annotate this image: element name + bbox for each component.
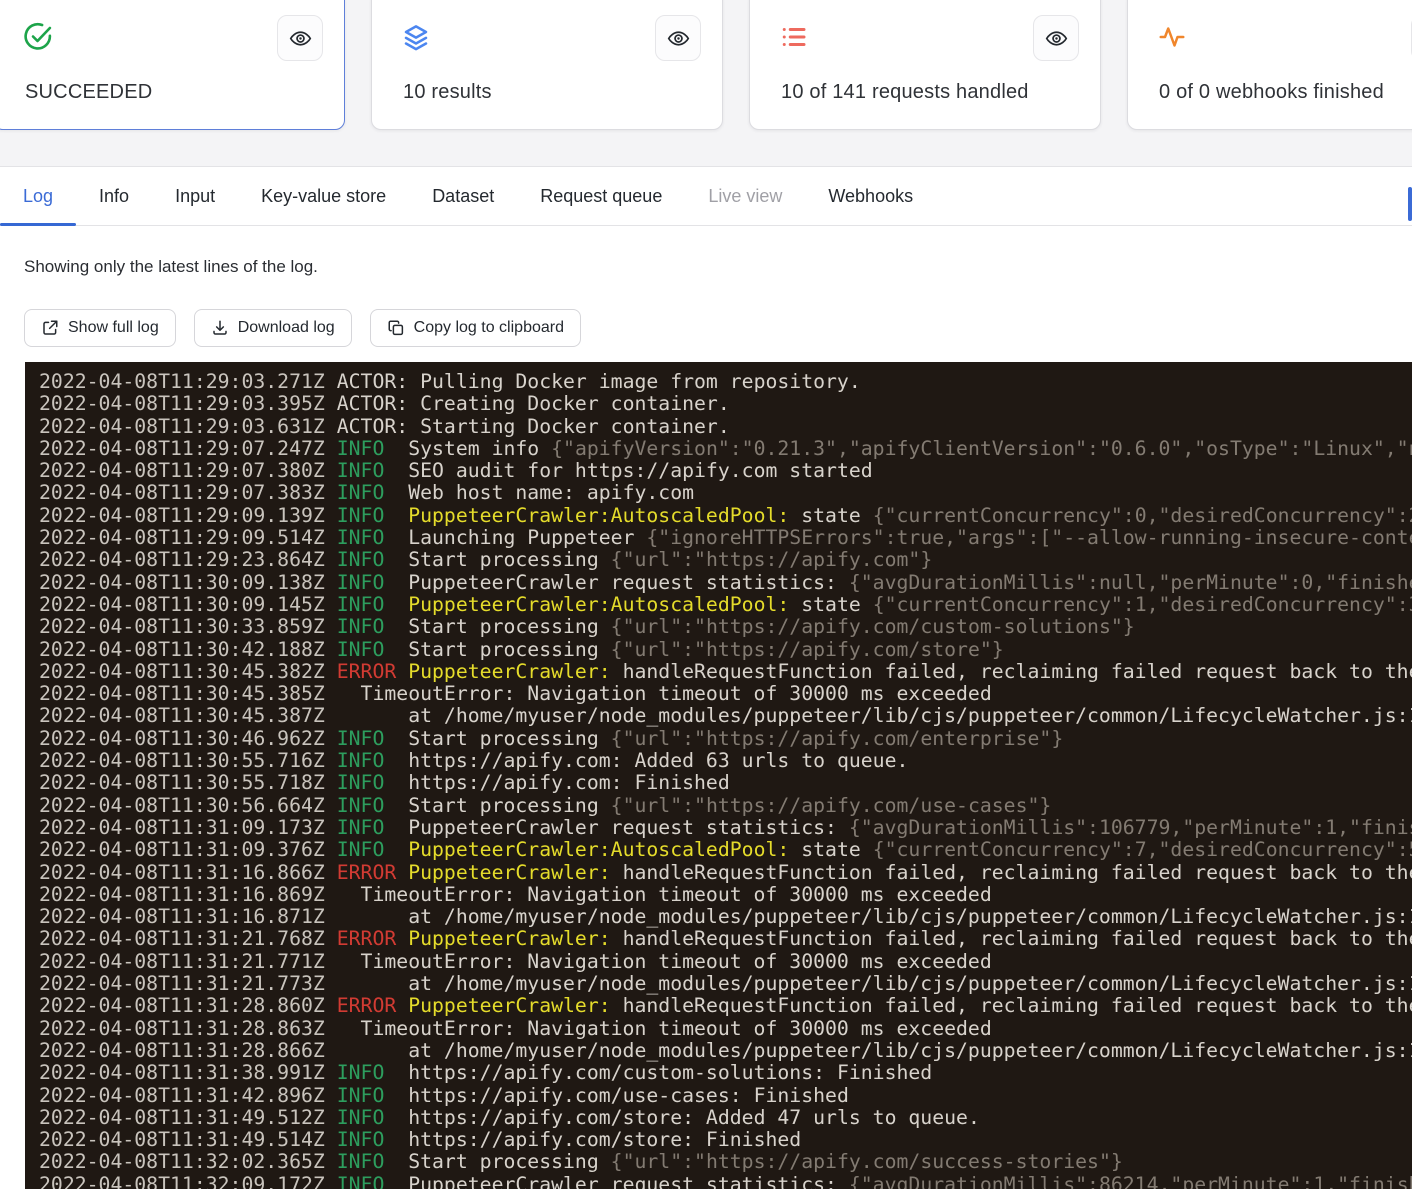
log-line: 2022-04-08T11:31:09.376Z INFO PuppeteerC… — [39, 839, 1412, 861]
pulse-icon — [1157, 22, 1187, 52]
status-cards: SUCCEEDED 10 results 10 of 141 requests ha… — [0, 0, 1412, 130]
status-card[interactable]: 0 of 0 webhooks finished — [1127, 0, 1412, 130]
log-line: 2022-04-08T11:30:55.716Z INFO https://ap… — [39, 750, 1412, 772]
log-line: 2022-04-08T11:31:28.860Z ERROR Puppeteer… — [39, 995, 1412, 1017]
copy-icon — [387, 319, 405, 337]
log-lines: 2022-04-08T11:29:03.271Z ACTOR: Pulling … — [25, 362, 1412, 1189]
log-line: 2022-04-08T11:30:09.145Z INFO PuppeteerC… — [39, 594, 1412, 616]
tab-webhooks[interactable]: Webhooks — [805, 167, 936, 225]
eye-icon — [1045, 27, 1068, 50]
download-icon — [211, 319, 229, 337]
eye-icon — [667, 27, 690, 50]
log-line: 2022-04-08T11:30:45.385Z TimeoutError: N… — [39, 683, 1412, 705]
tab-bar: LogInfoInputKey-value storeDatasetReques… — [0, 166, 1412, 226]
tab-input[interactable]: Input — [152, 167, 238, 225]
tab-log[interactable]: Log — [0, 167, 76, 225]
log-line: 2022-04-08T11:29:03.271Z ACTOR: Pulling … — [39, 371, 1412, 393]
log-line: 2022-04-08T11:30:45.382Z ERROR Puppeteer… — [39, 661, 1412, 683]
watch-card-button[interactable] — [277, 15, 323, 61]
tab-scroll-indicator[interactable] — [1408, 187, 1412, 221]
tab-info[interactable]: Info — [76, 167, 152, 225]
log-line: 2022-04-08T11:31:16.866Z ERROR Puppeteer… — [39, 862, 1412, 884]
log-line: 2022-04-08T11:32:09.172Z INFO PuppeteerC… — [39, 1174, 1412, 1189]
status-card-label: 10 of 141 requests handled — [781, 81, 1029, 104]
log-line: 2022-04-08T11:29:07.380Z INFO SEO audit … — [39, 460, 1412, 482]
external-link-icon — [41, 319, 59, 337]
list-icon — [779, 22, 809, 52]
status-card-label: 0 of 0 webhooks finished — [1159, 81, 1384, 104]
log-line: 2022-04-08T11:31:16.871Z at /home/myuser… — [39, 906, 1412, 928]
tab-live-view[interactable]: Live view — [685, 167, 805, 225]
eye-icon — [289, 27, 312, 50]
watch-card-button[interactable] — [1033, 15, 1079, 61]
status-card-label: 10 results — [403, 81, 492, 104]
log-line: 2022-04-08T11:31:21.771Z TimeoutError: N… — [39, 951, 1412, 973]
log-line: 2022-04-08T11:29:03.395Z ACTOR: Creating… — [39, 393, 1412, 415]
button-label: Download log — [238, 319, 335, 337]
layers-icon — [401, 22, 431, 52]
log-line: 2022-04-08T11:31:28.863Z TimeoutError: N… — [39, 1018, 1412, 1040]
status-card-label: SUCCEEDED — [25, 81, 152, 104]
log-notice: Showing only the latest lines of the log… — [24, 257, 318, 277]
copy-log-to-clipboard-button[interactable]: Copy log to clipboard — [370, 309, 581, 347]
log-line: 2022-04-08T11:31:21.768Z ERROR Puppeteer… — [39, 928, 1412, 950]
show-full-log-button[interactable]: Show full log — [24, 309, 176, 347]
log-line: 2022-04-08T11:29:09.514Z INFO Launching … — [39, 527, 1412, 549]
log-line: 2022-04-08T11:30:33.859Z INFO Start proc… — [39, 616, 1412, 638]
tabs: LogInfoInputKey-value storeDatasetReques… — [0, 167, 1412, 225]
log-line: 2022-04-08T11:31:49.512Z INFO https://ap… — [39, 1107, 1412, 1129]
tab-key-value-store[interactable]: Key-value store — [238, 167, 409, 225]
log-line: 2022-04-08T11:31:49.514Z INFO https://ap… — [39, 1129, 1412, 1151]
status-card[interactable]: SUCCEEDED — [0, 0, 345, 130]
status-card[interactable]: 10 of 141 requests handled — [749, 0, 1101, 130]
log-line: 2022-04-08T11:31:21.773Z at /home/myuser… — [39, 973, 1412, 995]
log-line: 2022-04-08T11:29:07.247Z INFO System inf… — [39, 438, 1412, 460]
log-line: 2022-04-08T11:30:46.962Z INFO Start proc… — [39, 728, 1412, 750]
log-line: 2022-04-08T11:32:02.365Z INFO Start proc… — [39, 1151, 1412, 1173]
log-line: 2022-04-08T11:29:09.139Z INFO PuppeteerC… — [39, 505, 1412, 527]
log-line: 2022-04-08T11:31:16.869Z TimeoutError: N… — [39, 884, 1412, 906]
log-line: 2022-04-08T11:31:42.896Z INFO https://ap… — [39, 1085, 1412, 1107]
check-circle-icon — [23, 22, 53, 52]
log-viewer[interactable]: 2022-04-08T11:29:03.271Z ACTOR: Pulling … — [25, 362, 1412, 1189]
log-line: 2022-04-08T11:31:38.991Z INFO https://ap… — [39, 1062, 1412, 1084]
status-card[interactable]: 10 results — [371, 0, 723, 130]
download-log-button[interactable]: Download log — [194, 309, 352, 347]
button-label: Copy log to clipboard — [414, 319, 564, 337]
log-line: 2022-04-08T11:30:09.138Z INFO PuppeteerC… — [39, 572, 1412, 594]
status-cards-band: SUCCEEDED 10 results 10 of 141 requests ha… — [0, 0, 1412, 166]
log-line: 2022-04-08T11:31:28.866Z at /home/myuser… — [39, 1040, 1412, 1062]
log-toolbar: Show full log Download log Copy log to cli… — [24, 309, 581, 347]
tab-dataset[interactable]: Dataset — [409, 167, 517, 225]
log-line: 2022-04-08T11:30:56.664Z INFO Start proc… — [39, 795, 1412, 817]
log-line: 2022-04-08T11:30:45.387Z at /home/myuser… — [39, 705, 1412, 727]
button-label: Show full log — [68, 319, 159, 337]
log-line: 2022-04-08T11:29:03.631Z ACTOR: Starting… — [39, 416, 1412, 438]
log-line: 2022-04-08T11:29:23.864Z INFO Start proc… — [39, 549, 1412, 571]
log-line: 2022-04-08T11:29:07.383Z INFO Web host n… — [39, 482, 1412, 504]
log-line: 2022-04-08T11:31:09.173Z INFO PuppeteerC… — [39, 817, 1412, 839]
tab-request-queue[interactable]: Request queue — [517, 167, 685, 225]
log-line: 2022-04-08T11:30:55.718Z INFO https://ap… — [39, 772, 1412, 794]
watch-card-button[interactable] — [655, 15, 701, 61]
log-line: 2022-04-08T11:30:42.188Z INFO Start proc… — [39, 639, 1412, 661]
